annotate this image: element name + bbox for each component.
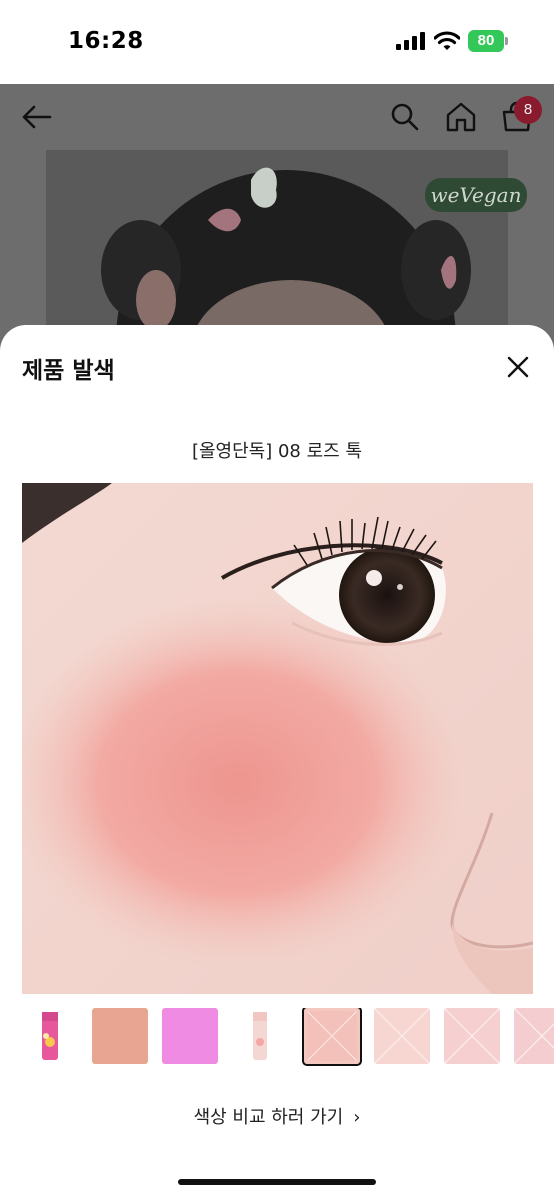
shade-thumbnail-strip <box>0 1008 554 1066</box>
thumbnail-swatch-2[interactable] <box>92 1008 148 1064</box>
cellular-signal-icon <box>396 32 426 50</box>
battery-level: 80 <box>468 30 504 52</box>
shade-name: [올영단독] 08 로즈 톡 <box>191 441 363 462</box>
thumbnail-placeholder-7[interactable] <box>444 1008 500 1064</box>
home-icon[interactable] <box>444 100 478 134</box>
wifi-icon <box>434 31 460 50</box>
thumbnail-placeholder-5-selected[interactable] <box>302 1008 362 1066</box>
home-indicator[interactable] <box>178 1179 376 1185</box>
sheet-title: 제품 발색 <box>22 358 115 384</box>
wevegan-logo: weVegan <box>425 178 527 212</box>
close-icon[interactable] <box>502 351 534 383</box>
chevron-right-icon: › <box>353 1107 361 1128</box>
thumbnail-product-4[interactable] <box>232 1008 288 1064</box>
thumbnail-placeholder-6[interactable] <box>374 1008 430 1064</box>
battery-indicator: 80 <box>468 30 508 52</box>
cart-count-badge: 8 <box>514 96 542 124</box>
battery-cap <box>505 37 508 45</box>
search-icon[interactable] <box>388 100 422 134</box>
thumbnail-swatch-3[interactable] <box>162 1008 218 1064</box>
product-page-header: 8 <box>0 84 554 150</box>
status-time: 16:28 <box>68 28 144 54</box>
back-arrow-icon[interactable] <box>20 100 54 134</box>
thumbnail-product-1[interactable] <box>22 1008 78 1064</box>
compare-colors-link[interactable]: 색상 비교 하러 가기 › <box>0 1103 554 1129</box>
swatch-cheek-photo <box>22 483 533 994</box>
thumbnail-placeholder-8[interactable] <box>514 1008 554 1064</box>
compare-colors-label: 색상 비교 하러 가기 <box>193 1107 344 1128</box>
status-bar: 16:28 80 <box>0 0 554 84</box>
color-swatch-sheet: 제품 발색 [올영단독] 08 로즈 톡 색상 비교 하러 가기 › <box>0 325 554 1200</box>
